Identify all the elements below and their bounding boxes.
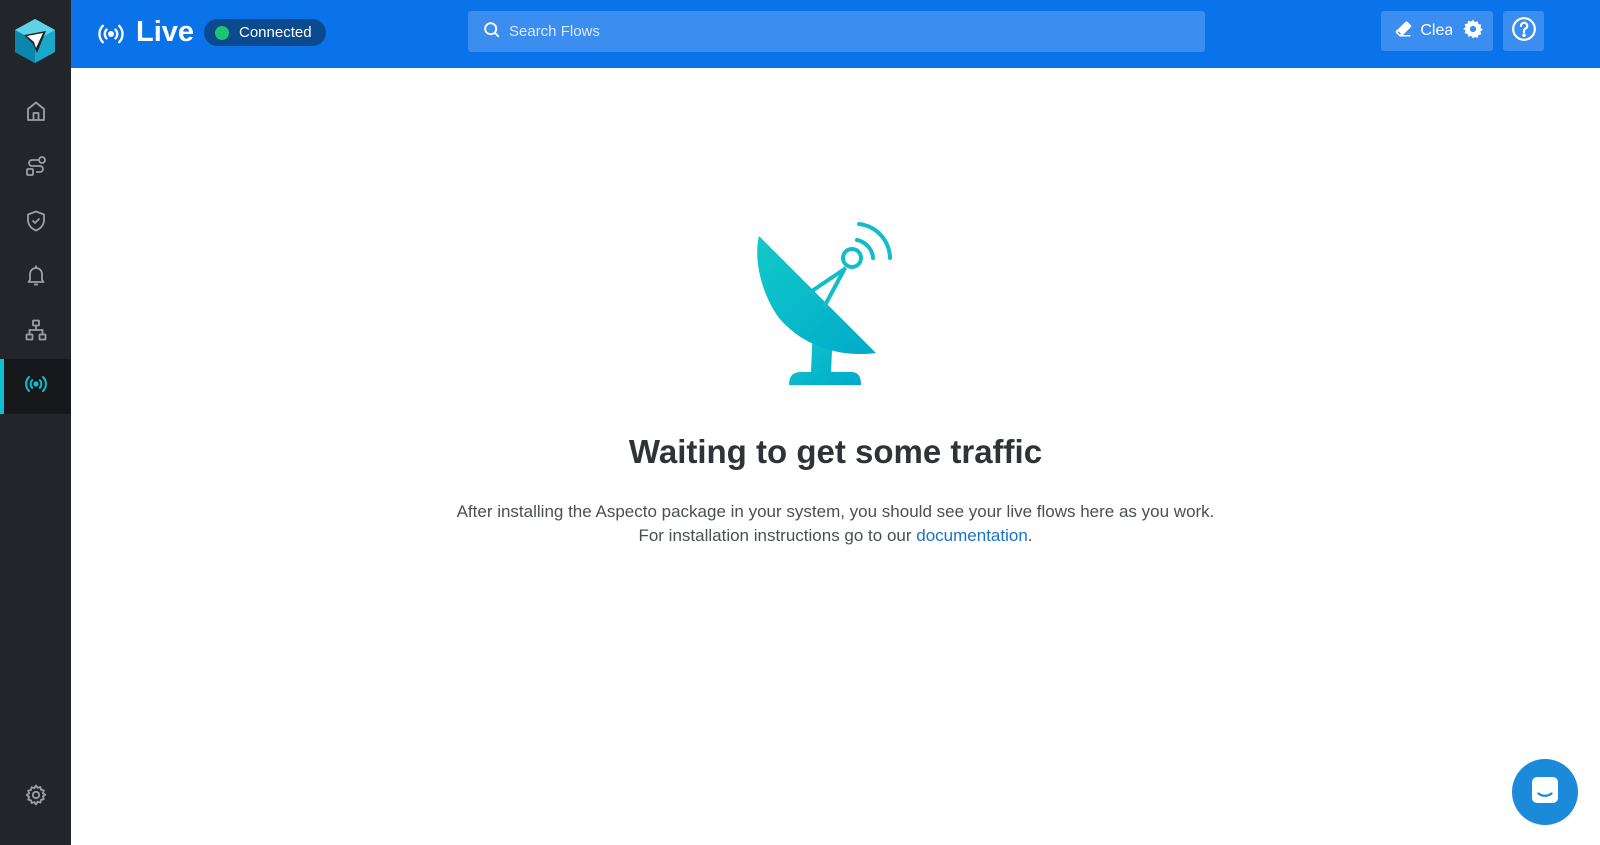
bell-icon — [24, 263, 48, 292]
sidebar-item-live[interactable] — [0, 359, 71, 414]
live-broadcast-icon — [97, 20, 125, 48]
flows-icon — [24, 154, 48, 183]
sidebar — [0, 0, 71, 845]
live-broadcast-icon — [24, 372, 48, 401]
status-dot — [215, 25, 229, 40]
sidebar-item-flows[interactable] — [0, 141, 71, 196]
line2-prefix: For installation instructions go to our — [638, 526, 917, 545]
help-button[interactable] — [1503, 11, 1544, 51]
page-title: Live — [136, 16, 195, 48]
shield-check-icon — [24, 209, 48, 238]
aspecto-logo[interactable] — [13, 17, 57, 65]
help-circle-icon — [1511, 16, 1537, 47]
top-header: Live Connected Clear — [71, 0, 1600, 68]
documentation-link[interactable]: documentation — [916, 526, 1028, 545]
search-icon — [482, 20, 501, 44]
home-icon — [24, 99, 48, 128]
sitemap-icon — [24, 318, 48, 347]
chat-icon — [1529, 774, 1561, 811]
satellite-dish-icon — [751, 218, 896, 388]
sidebar-item-home[interactable] — [0, 86, 71, 141]
search-input[interactable] — [509, 23, 1189, 40]
empty-state-description: After installing the Aspecto package in … — [71, 500, 1600, 548]
connection-status-badge: Connected — [204, 19, 326, 46]
sidebar-item-alerts[interactable] — [0, 250, 71, 305]
description-line-1: After installing the Aspecto package in … — [456, 502, 1215, 521]
description-line-2: For installation instructions go to our … — [71, 524, 1600, 548]
empty-state: Waiting to get some traffic After instal… — [71, 68, 1600, 845]
gear-icon — [1462, 18, 1484, 45]
eraser-icon — [1393, 19, 1413, 44]
sidebar-item-settings[interactable] — [0, 770, 71, 825]
chat-widget-button[interactable] — [1512, 759, 1578, 825]
line2-suffix: . — [1027, 526, 1033, 545]
sidebar-item-security[interactable] — [0, 196, 71, 251]
sidebar-item-services-map[interactable] — [0, 305, 71, 360]
status-label: Connected — [239, 24, 312, 41]
search-bar[interactable] — [468, 11, 1205, 52]
settings-button[interactable] — [1452, 11, 1493, 51]
empty-state-title: Waiting to get some traffic — [628, 433, 1043, 470]
settings-gear-icon — [24, 783, 48, 812]
